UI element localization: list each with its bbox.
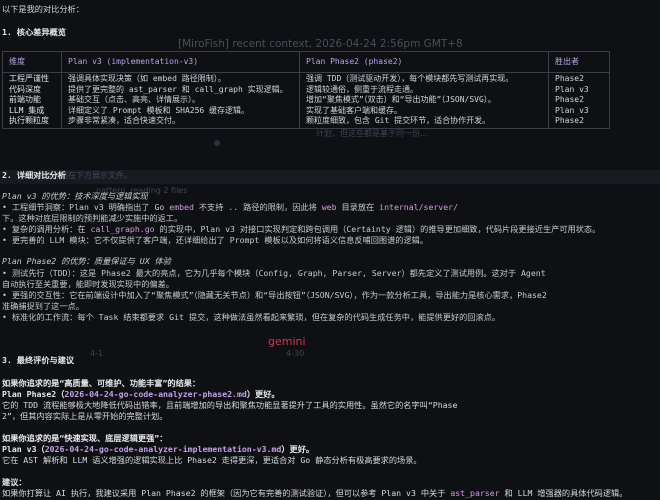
question-1: 如果你追求的是“高质量、可维护、功能丰富”的结果： bbox=[2, 378, 201, 388]
plan-v3-link[interactable]: 2026-04-24-go-code-analyzer-implementati… bbox=[45, 444, 282, 454]
answer-1: Plan Phase2（2026-04-24-go-code-analyzer-… bbox=[2, 389, 280, 399]
gemini-logo: gemini bbox=[268, 335, 306, 348]
table-header-row: 维度 Plan v3 (implementation-v3) Plan Phas… bbox=[2, 51, 610, 73]
list-item: • 更完善的 LLM 模块：它不仅提供了客户端，还详细给出了 Prompt 模板… bbox=[2, 235, 429, 245]
section3-title: 3. 最终评价与建议 bbox=[2, 355, 75, 365]
question-2: 如果你追求的是“快速实现、底层逻辑更强”： bbox=[2, 433, 168, 443]
list-item: 准确捕捉到了这一点。 bbox=[2, 301, 84, 311]
list-item: • 工程细节洞察：Plan v3 明确指出了 Go embed 不支持 .. 路… bbox=[2, 202, 459, 212]
answer-2-body: 它在 AST 解析和 LLM 语义增强的逻辑实现上比 Phase2 走得更深，更… bbox=[2, 455, 422, 465]
table-header: 胜出者 bbox=[548, 51, 610, 73]
dot-icon bbox=[214, 140, 220, 146]
answer-2: Plan v3（2026-04-24-go-code-analyzer-impl… bbox=[2, 444, 315, 454]
context-banner: [MiroFish] recent context, 2026-04-24 2:… bbox=[178, 38, 463, 50]
list-item: 自动执行至关重要，能即时发现实现中的偏差。 bbox=[2, 279, 174, 289]
section1-title: 1. 核心差异概览 bbox=[2, 27, 66, 37]
phase2-cell: 强调 TDD（测试驱动开发），每个模块都先写测试再实现。 逻辑较通俗，侧重于流程… bbox=[299, 72, 549, 129]
intro-text: 以下是我的对比分析： bbox=[2, 4, 84, 14]
axis-tick-left: 4-1 bbox=[90, 349, 104, 358]
dimension-cell: 工程严谨性 代码深度 前端功能 LLM 集成 执行颗粒度 bbox=[2, 72, 62, 129]
section2-title: 2. 详细对比分析 bbox=[2, 170, 66, 180]
comparison-table: 维度 Plan v3 (implementation-v3) Plan Phas… bbox=[2, 51, 610, 129]
winner-cell: Phase2 Plan v3 Phase2 Plan v3 Phase2 bbox=[548, 72, 610, 129]
plan-phase2-link[interactable]: 2026-04-24-go-code-analyzer-phase2.md bbox=[64, 389, 246, 399]
v3-heading: Plan v3 的优势：技术深度与逻辑实现 bbox=[2, 191, 148, 201]
table-header: Plan v3 (implementation-v3) bbox=[61, 51, 300, 73]
list-item: • 标准化的工作流：每个 Task 结束都要求 Git 提交，这种做法虽然看起来… bbox=[2, 312, 501, 322]
axis-tick-right: 4-30 bbox=[286, 349, 305, 358]
phase2-heading: Plan Phase2 的优势：质量保证与 UX 体验 bbox=[2, 256, 171, 266]
table-row: 工程严谨性 代码深度 前端功能 LLM 集成 执行颗粒度 强调具体实现决策（如 … bbox=[2, 72, 610, 129]
list-item: • 复杂的调用分析：在 call_graph.go 的实现中，Plan v3 对… bbox=[2, 224, 601, 234]
answer-1-body: 它的 TDD 流程能够极大地降低代码出错率，且前端增加的导出和聚焦功能显著提升了… bbox=[2, 400, 458, 410]
table-header: 维度 bbox=[2, 51, 62, 73]
background-band bbox=[0, 170, 660, 184]
list-item: • 测试先行（TDD）：这是 Phase2 最大的亮点，它为几乎每个模块（Con… bbox=[2, 268, 546, 278]
advice-text: 如果你打算让 AI 执行，我建议采用 Plan Phase2 的框架（因为它有完… bbox=[2, 488, 628, 498]
faded-mid: 计划，但这些都是基于同一份... bbox=[316, 129, 428, 138]
v3-cell: 强调具体实现决策（如 embed 路径限制）。 提供了更完整的 ast_pars… bbox=[61, 72, 300, 129]
list-item: 下。这种对底层限制的预判能减少实施中的返工。 bbox=[2, 213, 183, 223]
answer-1-body: 2”，但其内容实际上是从零开始的完整计划。 bbox=[2, 411, 168, 421]
advice-label: 建议： bbox=[2, 477, 27, 487]
list-item: • 更强的交互性：它在前端设计中加入了“聚焦模式”（隐藏无关节点）和“导出按钮”… bbox=[2, 290, 547, 300]
table-header: Plan Phase2 (phase2) bbox=[299, 51, 549, 73]
